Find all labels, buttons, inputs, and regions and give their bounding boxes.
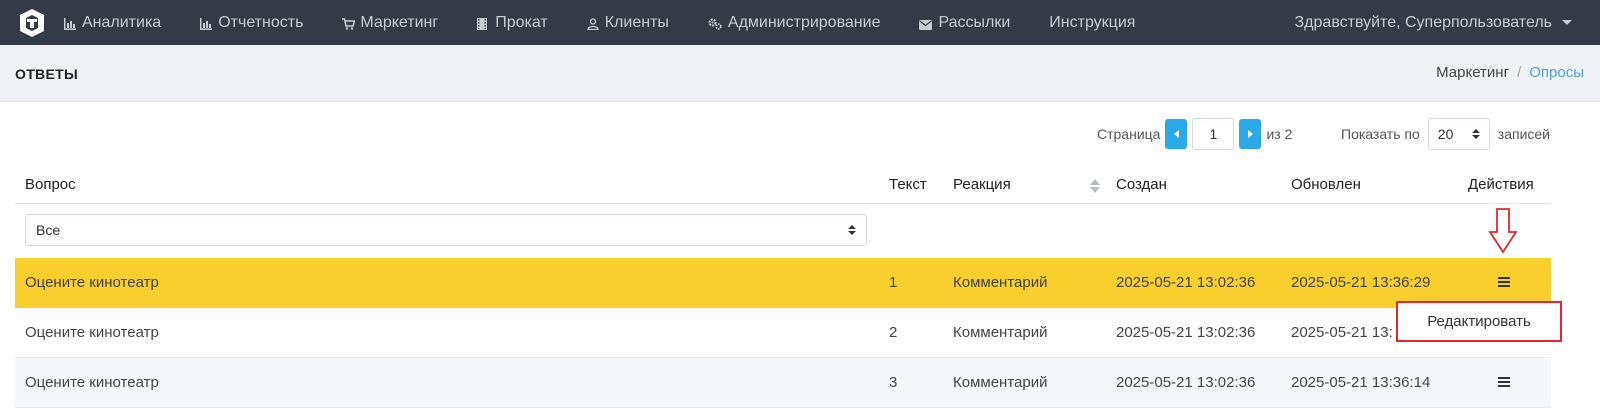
nav-item-label: Администрирование xyxy=(727,13,881,31)
records-label: записей xyxy=(1497,126,1550,142)
user-greeting: Здравствуйте, Суперпользователь xyxy=(1294,13,1552,31)
bar-chart-icon xyxy=(64,17,76,30)
page-label: Страница xyxy=(1097,126,1161,142)
table-row[interactable]: Оцените кинотеатр 2 Комментарий 2025-05-… xyxy=(15,308,1551,358)
breadcrumb-item-marketing[interactable]: Маркетинг xyxy=(1436,64,1509,81)
cell-created: 2025-05-21 13:02:36 xyxy=(1116,374,1256,391)
question-filter-select[interactable]: Все xyxy=(25,214,867,246)
envelope-icon xyxy=(919,17,933,30)
caret-down-icon xyxy=(1562,20,1572,25)
select-arrows-icon xyxy=(1471,129,1480,139)
cell-updated: 2025-05-21 13:36:14 xyxy=(1291,374,1431,391)
page-size-control: Показать по 20 записей xyxy=(1341,118,1550,150)
nav-item-label: Инструкция xyxy=(1049,13,1136,31)
nav-item-marketing[interactable]: Маркетинг xyxy=(342,14,438,32)
show-label: Показать по xyxy=(1341,126,1420,142)
brand-logo-icon[interactable] xyxy=(18,8,46,38)
cell-text: 3 xyxy=(889,374,898,391)
page-size-select[interactable]: 20 xyxy=(1427,118,1490,150)
cell-reaction: Комментарий xyxy=(953,274,1048,291)
table-header: Вопрос Текст Реакция Создан Обновлен Дей… xyxy=(15,164,1551,204)
table-row[interactable]: Оцените кинотеатр 1 Комментарий 2025-05-… xyxy=(15,258,1551,308)
cell-reaction: Комментарий xyxy=(953,374,1048,391)
column-header-reaction[interactable]: Реакция xyxy=(953,176,1011,193)
actions-dropdown: Редактировать xyxy=(1396,301,1562,342)
nav-item-label: Рассылки xyxy=(938,13,1011,31)
nav-item-administration[interactable]: Администрирование xyxy=(708,13,881,32)
cell-created: 2025-05-21 13:02:36 xyxy=(1116,324,1256,341)
nav-item-clients[interactable]: Клиенты xyxy=(587,14,669,32)
pagination: Страница из 2 xyxy=(1097,118,1292,150)
edit-menu-item[interactable]: Редактировать xyxy=(1427,313,1531,330)
prev-page-button[interactable] xyxy=(1165,119,1188,149)
breadcrumb-item-surveys[interactable]: Опросы xyxy=(1529,64,1584,81)
page-title: ОТВЕТЫ xyxy=(15,66,78,82)
film-icon xyxy=(477,17,489,30)
cell-question: Оцените кинотеатр xyxy=(25,324,159,341)
nav-item-instructions[interactable]: Инструкция xyxy=(1049,14,1135,32)
actions-menu-icon[interactable] xyxy=(1498,277,1510,287)
column-header-text[interactable]: Текст xyxy=(889,176,927,193)
nav-item-rental[interactable]: Прокат xyxy=(477,14,548,32)
bar-chart-icon xyxy=(200,17,213,30)
actions-menu-icon[interactable] xyxy=(1498,377,1510,387)
user-menu[interactable]: Здравствуйте, Суперпользователь xyxy=(1295,0,1572,45)
page-size-value: 20 xyxy=(1437,126,1454,142)
filter-row: Все xyxy=(15,204,1551,258)
table-row[interactable]: Оцените кинотеатр 3 Комментарий 2025-05-… xyxy=(15,358,1551,408)
breadcrumb: Маркетинг / Опросы xyxy=(1436,64,1584,81)
page-number-input[interactable] xyxy=(1192,118,1235,150)
annotation-arrow-down-icon xyxy=(1488,208,1518,254)
nav-item-reports[interactable]: Отчетность xyxy=(200,14,303,32)
nav-item-label: Клиенты xyxy=(604,13,669,31)
nav-item-label: Маркетинг xyxy=(360,13,439,31)
cell-updated: 2025-05-21 13: xyxy=(1291,324,1393,341)
cell-reaction: Комментарий xyxy=(953,324,1048,341)
nav-item-label: Отчетность xyxy=(218,13,304,31)
cart-icon xyxy=(342,17,356,30)
page-header: ОТВЕТЫ Маркетинг / Опросы xyxy=(0,45,1600,102)
top-navbar: Аналитика Отчетность Маркетинг Прокат Кл… xyxy=(0,0,1600,45)
column-header-updated[interactable]: Обновлен xyxy=(1291,176,1361,193)
cell-updated: 2025-05-21 13:36:29 xyxy=(1291,274,1431,291)
column-header-created[interactable]: Создан xyxy=(1116,176,1167,193)
user-icon xyxy=(587,17,599,30)
column-header-actions: Действия xyxy=(1468,176,1534,193)
nav-item-analytics[interactable]: Аналитика xyxy=(64,14,161,32)
cell-text: 2 xyxy=(889,324,898,341)
nav-item-mailings[interactable]: Рассылки xyxy=(919,14,1010,32)
sort-icon[interactable] xyxy=(1090,179,1100,193)
cell-created: 2025-05-21 13:02:36 xyxy=(1116,274,1256,291)
filter-value: Все xyxy=(36,222,61,238)
cell-question: Оцените кинотеатр xyxy=(25,274,159,291)
gears-icon xyxy=(708,17,722,30)
breadcrumb-separator: / xyxy=(1517,64,1522,81)
next-page-button[interactable] xyxy=(1239,119,1262,149)
select-arrows-icon xyxy=(848,225,856,235)
page-total: из 2 xyxy=(1266,126,1293,142)
nav-item-label: Прокат xyxy=(495,13,548,31)
answers-table: Вопрос Текст Реакция Создан Обновлен Дей… xyxy=(15,164,1551,408)
cell-question: Оцените кинотеатр xyxy=(25,374,159,391)
column-header-question[interactable]: Вопрос xyxy=(25,176,76,193)
cell-text: 1 xyxy=(889,274,898,291)
caret-left-icon xyxy=(1173,130,1179,138)
caret-right-icon xyxy=(1247,130,1253,138)
nav-item-label: Аналитика xyxy=(82,13,162,31)
